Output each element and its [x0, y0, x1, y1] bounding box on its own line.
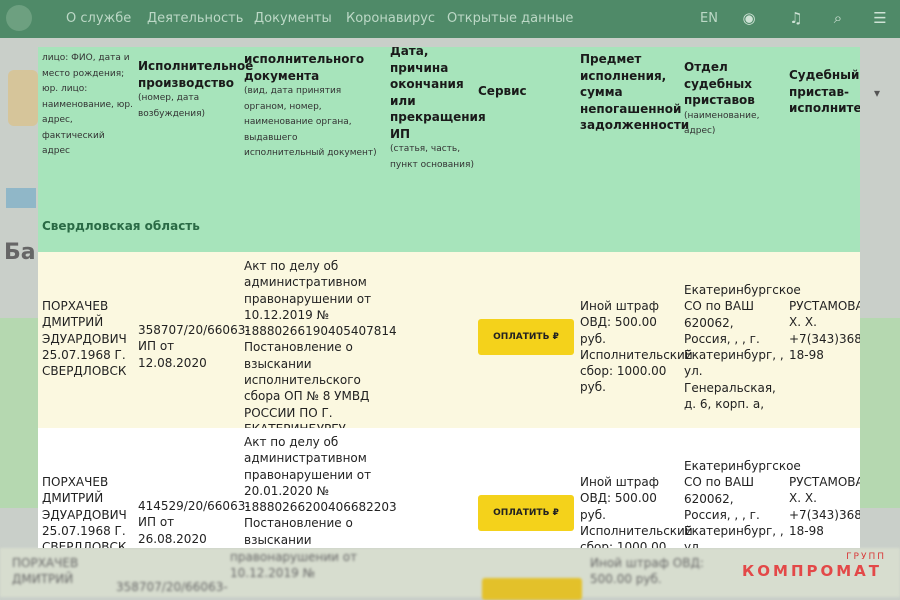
subject-cell: Иной штраф ОВД: 500.00 руб. Исполнительс…: [580, 475, 693, 548]
bg-text: Иной штраф ОВД:: [590, 556, 704, 570]
debtor-cell: ПОРХАЧЕВ ДМИТРИЙ ЭДУАРДОВИЧ 25.07.1968 Г…: [42, 299, 127, 379]
header-proceeding: Исполнительное производство (номер, дата…: [138, 59, 254, 119]
bg-text: ПОРХАЧЕВ: [12, 556, 79, 570]
debtor-cell: ПОРХАЧЕВ ДМИТРИЙ ЭДУАРДОВИЧ 25.07.1968 Г…: [42, 475, 127, 548]
department-cell: Екатеринбургское СО по ВАШ 620062, Росси…: [684, 459, 801, 548]
accessibility-eye-icon[interactable]: ◉: [740, 9, 758, 27]
nav-item-documents[interactable]: Документы: [254, 11, 332, 26]
table-header-row: лицо: ФИО, дата и место рождения; юр. ли…: [38, 47, 860, 206]
bg-text: 358707/20/66063-: [116, 580, 228, 594]
proceeding-cell: 414529/20/66063-ИП от 26.08.2020: [138, 499, 250, 546]
pay-button[interactable]: ОПЛАТИТЬ ₽: [478, 319, 574, 355]
watermark-main: КОМПРОМАТ: [742, 562, 883, 580]
watermark-logo: ГРУПП КОМПРОМАТ: [742, 552, 892, 584]
bailiff-cell: РУСТАМОВА Х. Х. +7(343)368-18-98: [789, 299, 860, 362]
header-document: исполнительного документа (вид, дата при…: [244, 52, 377, 158]
header-end-date: Дата, причина окончания или прекращения …: [390, 47, 486, 170]
subject-cell: Иной штраф ОВД: 500.00 руб. Исполнительс…: [580, 299, 693, 395]
header-subject: Предмет исполнения, сумма непогашенной з…: [580, 52, 690, 132]
proceeding-cell: 358707/20/66063-ИП от 12.08.2020: [138, 323, 250, 370]
bg-text: 10.12.2019 №: [230, 566, 316, 580]
menu-icon[interactable]: ☰: [871, 9, 889, 27]
bailiff-cell: РУСТАМОВА Х. Х. +7(343)368-18-98: [789, 475, 860, 538]
document-cell: Акт по делу об административном правонар…: [244, 435, 397, 547]
background-block-right: [860, 318, 900, 508]
region-group-row: Свердловская область: [38, 206, 860, 252]
watermark-top: ГРУПП: [846, 552, 886, 562]
notification-bell-icon[interactable]: ♫: [787, 9, 805, 27]
pay-button[interactable]: ОПЛАТИТЬ ₽: [478, 495, 574, 531]
department-cell: Екатеринбургское СО по ВАШ 620062, Росси…: [684, 283, 801, 412]
document-cell: Акт по делу об административном правонар…: [244, 259, 397, 436]
header-department: Отдел судебных приставов (наименование, …: [684, 60, 760, 136]
table-row: ПОРХАЧЕВ ДМИТРИЙ ЭДУАРДОВИЧ 25.07.1968 Г…: [38, 252, 860, 436]
background-heading: Ба: [4, 240, 36, 265]
top-navigation-bar: О службе Деятельность Документы Коронави…: [0, 0, 900, 38]
bg-text: 500.00 руб.: [590, 572, 662, 586]
nav-item-activity[interactable]: Деятельность: [147, 11, 243, 26]
language-switch[interactable]: EN: [700, 11, 718, 26]
header-service: Сервис: [478, 84, 527, 98]
bg-text: ДМИТРИЙ: [12, 572, 74, 586]
search-results-table: лицо: ФИО, дата и место рождения; юр. ли…: [38, 47, 860, 548]
site-logo: [8, 70, 38, 126]
bg-text: правонарушении от: [230, 550, 358, 564]
header-bailiff: Судебный пристав-исполнитель: [789, 68, 860, 115]
nav-item-about[interactable]: О службе: [66, 11, 131, 26]
emblem-icon: [6, 5, 32, 31]
nav-item-open-data[interactable]: Открытые данные: [447, 11, 573, 26]
background-button: [6, 188, 36, 208]
header-debtor: лицо: ФИО, дата и место рождения; юр. ли…: [42, 53, 133, 156]
nav-item-coronavirus[interactable]: Коронавирус: [346, 11, 435, 26]
background-block-left: [0, 318, 40, 508]
region-label: Свердловская область: [42, 219, 200, 233]
chevron-down-icon: ▾: [874, 86, 881, 100]
search-icon[interactable]: ⌕: [829, 9, 847, 27]
table-row: ПОРХАЧЕВ ДМИТРИЙ ЭДУАРДОВИЧ 25.07.1968 Г…: [38, 428, 860, 548]
